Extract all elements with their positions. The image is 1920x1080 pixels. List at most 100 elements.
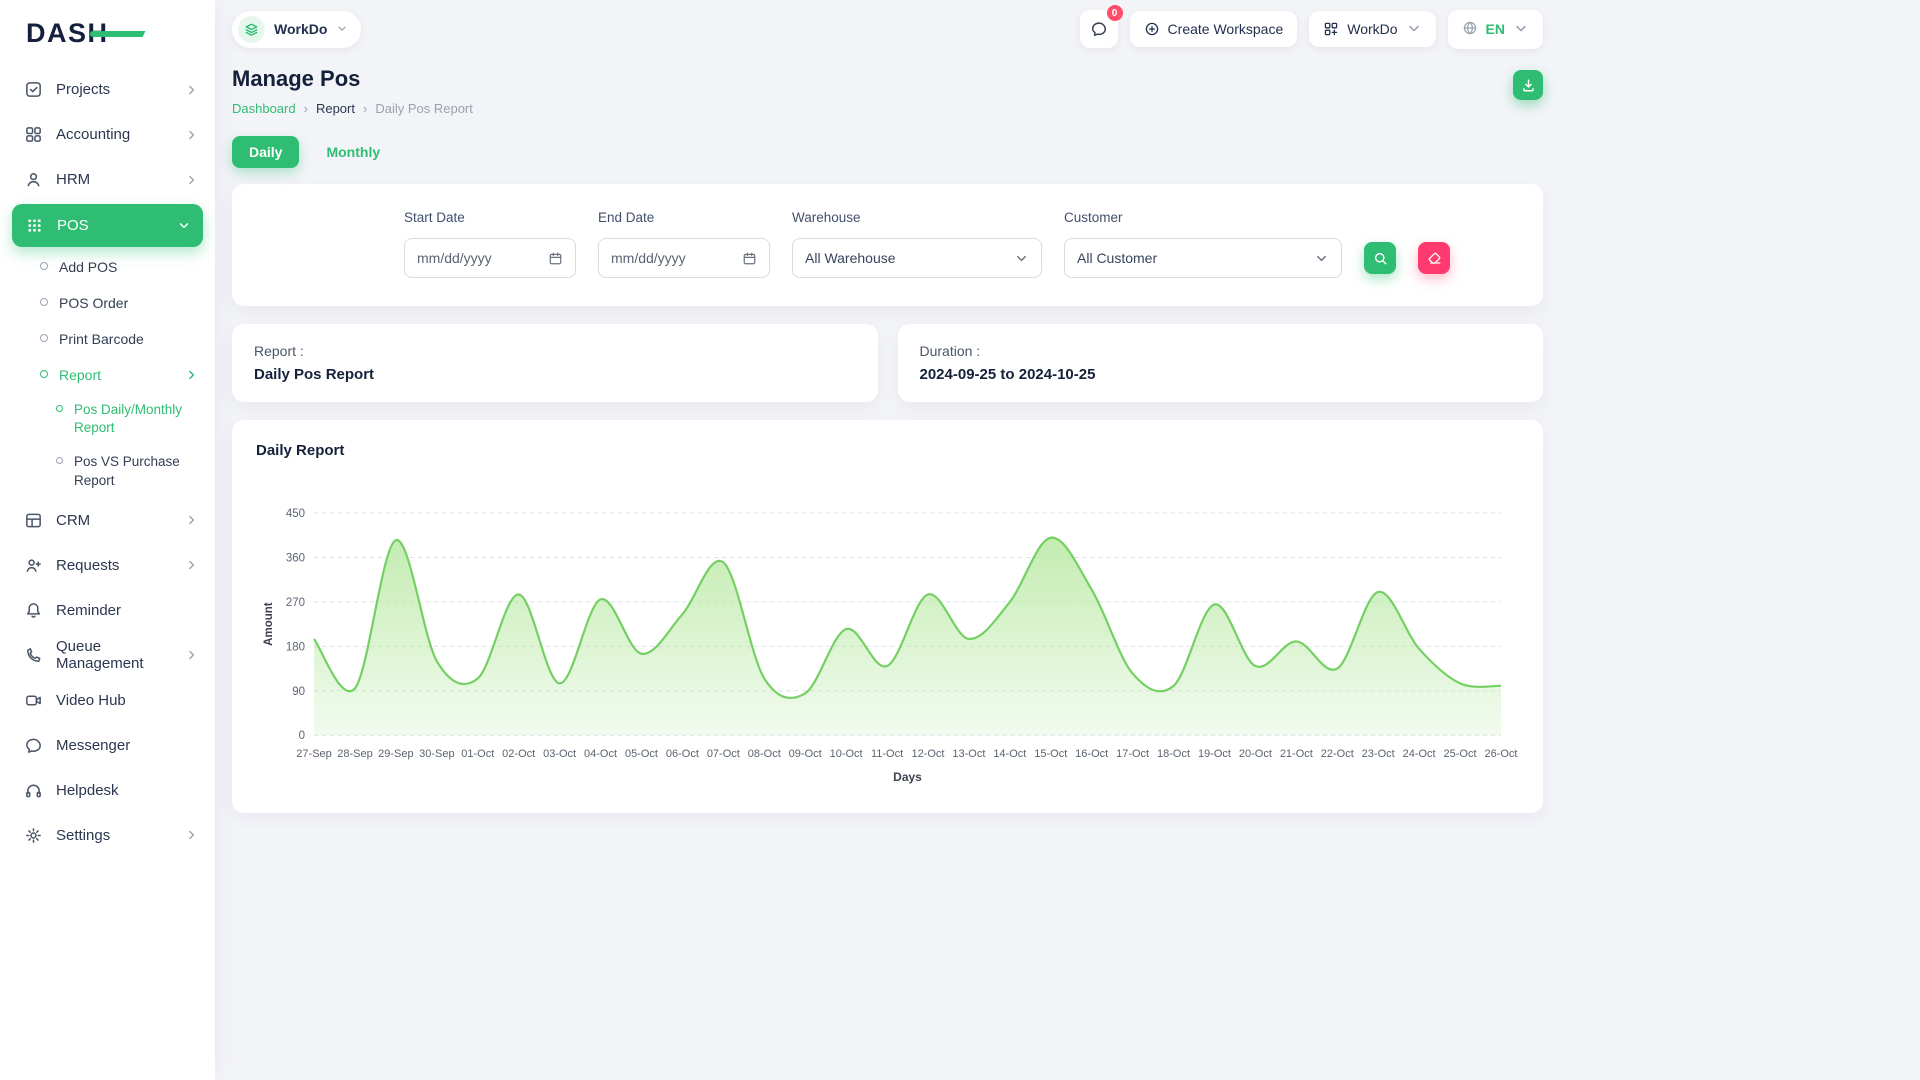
chat-icon [1090,20,1108,38]
bell-icon [24,601,43,620]
svg-text:28-Sep: 28-Sep [337,748,372,760]
warehouse-select[interactable]: All Warehouse [792,238,1042,278]
chevron-down-icon [336,23,348,35]
svg-text:30-Sep: 30-Sep [419,748,454,760]
clear-filter-button[interactable] [1418,242,1450,274]
bullet-icon [56,457,63,464]
end-date-input[interactable]: mm/dd/yyyy [598,238,770,278]
svg-text:06-Oct: 06-Oct [666,748,699,760]
end-date-group: End Date mm/dd/yyyy [598,210,770,278]
sidebar-item-hrm[interactable]: HRM [0,157,215,202]
svg-text:07-Oct: 07-Oct [707,748,740,760]
chevron-down-icon [1014,251,1029,266]
sidebar-item-crm[interactable]: CRM [0,498,215,543]
chevron-down-icon [1314,251,1329,266]
sidebar-item-helpdesk[interactable]: Helpdesk [0,768,215,813]
sidebar-item-pos-vs-purchase-report[interactable]: Pos VS Purchase Report [0,445,215,497]
sidebar-item-queue-management[interactable]: Queue Management [0,633,215,678]
sidebar-item-label: Requests [56,557,119,574]
svg-text:05-Oct: 05-Oct [625,748,658,760]
video-camera-icon [24,691,43,710]
chevron-right-icon [185,648,199,662]
projects-icon [24,80,43,99]
create-workspace-button[interactable]: Create Workspace [1130,11,1298,47]
daily-report-chart: 09018027036045027-Sep28-Sep29-Sep30-Sep0… [256,487,1519,787]
sidebar-item-print-barcode[interactable]: Print Barcode [0,321,215,357]
chevron-down-icon [1513,21,1529,37]
sidebar-item-label: Queue Management [56,638,172,672]
svg-text:08-Oct: 08-Oct [748,748,781,760]
sidebar-subitem-label: Add POS [59,259,117,275]
filter-panel: Start Date mm/dd/yyyy End Date mm/dd/yyy… [232,184,1543,306]
sidebar-item-report[interactable]: Report [0,357,215,393]
sidebar-item-projects[interactable]: Projects [0,67,215,112]
sidebar-item-messenger[interactable]: Messenger [0,723,215,768]
tab-daily[interactable]: Daily [232,136,299,168]
breadcrumb-dashboard-link[interactable]: Dashboard [232,101,296,116]
svg-text:03-Oct: 03-Oct [543,748,576,760]
sidebar-subitem-label: Print Barcode [59,331,144,347]
topbar-actions: 0 Create Workspace WorkDo EN [1080,10,1543,49]
sidebar-item-pos-order[interactable]: POS Order [0,285,215,321]
chevron-right-icon [185,828,199,842]
sidebar-item-add-pos[interactable]: Add POS [0,249,215,285]
svg-text:180: 180 [286,641,305,653]
chevron-right-icon [185,513,199,527]
customer-select[interactable]: All Customer [1064,238,1342,278]
summary-row: Report : Daily Pos Report Duration : 202… [232,324,1543,402]
svg-text:450: 450 [286,508,305,520]
page-title: Manage Pos [232,66,473,92]
svg-text:11-Oct: 11-Oct [871,748,903,760]
main-content: WorkDo 0 Create Workspace WorkDo [232,0,1543,813]
sidebar-item-video-hub[interactable]: Video Hub [0,678,215,723]
svg-text:13-Oct: 13-Oct [952,748,985,760]
sidebar-item-settings[interactable]: Settings [0,813,215,858]
sidebar-item-requests[interactable]: Requests [0,543,215,588]
workspace-selector[interactable]: WorkDo [232,11,361,48]
bullet-icon [56,405,63,412]
crm-icon [24,511,43,530]
svg-text:01-Oct: 01-Oct [461,748,494,760]
sidebar-subitem-label: Pos VS Purchase Report [74,453,184,489]
sidebar-item-label: HRM [56,171,90,188]
accounting-icon [24,125,43,144]
sidebar-item-accounting[interactable]: Accounting [0,112,215,157]
customer-group: Customer All Customer [1064,210,1342,278]
svg-text:12-Oct: 12-Oct [911,748,944,760]
export-download-button[interactable] [1513,70,1543,100]
sidebar-subitem-label: Pos Daily/Monthly Report [74,401,184,437]
account-menu-button[interactable]: WorkDo [1309,11,1435,47]
chat-bubble-icon [24,736,43,755]
svg-text:20-Oct: 20-Oct [1239,748,1272,760]
svg-text:16-Oct: 16-Oct [1075,748,1108,760]
chevron-right-icon [185,173,199,187]
phone-icon [24,646,43,665]
breadcrumb: Dashboard › Report › Daily Pos Report [232,101,473,116]
svg-text:Amount: Amount [263,602,275,646]
svg-text:21-Oct: 21-Oct [1280,748,1313,760]
chevron-right-icon [185,558,199,572]
breadcrumb-report-link[interactable]: Report [316,101,355,116]
sidebar-item-label: Messenger [56,737,130,754]
apply-filter-button[interactable] [1364,242,1396,274]
gear-icon [24,826,43,845]
svg-text:14-Oct: 14-Oct [993,748,1026,760]
sidebar-item-reminder[interactable]: Reminder [0,588,215,633]
start-date-input[interactable]: mm/dd/yyyy [404,238,576,278]
language-selector[interactable]: EN [1448,10,1543,49]
sidebar-item-pos[interactable]: POS [12,204,203,247]
breadcrumb-current: Daily Pos Report [375,101,473,116]
svg-text:360: 360 [286,552,305,564]
apps-grid-icon [1323,21,1339,37]
chevron-down-icon [1406,21,1422,37]
tab-monthly[interactable]: Monthly [309,136,397,168]
messages-badge: 0 [1107,5,1123,21]
sidebar-item-pos-daily-monthly-report[interactable]: Pos Daily/Monthly Report [0,393,215,445]
svg-text:Days: Days [893,770,922,784]
search-icon [1373,251,1388,266]
customer-label: Customer [1064,210,1342,225]
messages-button[interactable]: 0 [1080,10,1118,48]
chevron-right-icon [185,368,199,382]
create-workspace-label: Create Workspace [1168,21,1284,37]
logo-dash-accent [90,31,148,37]
